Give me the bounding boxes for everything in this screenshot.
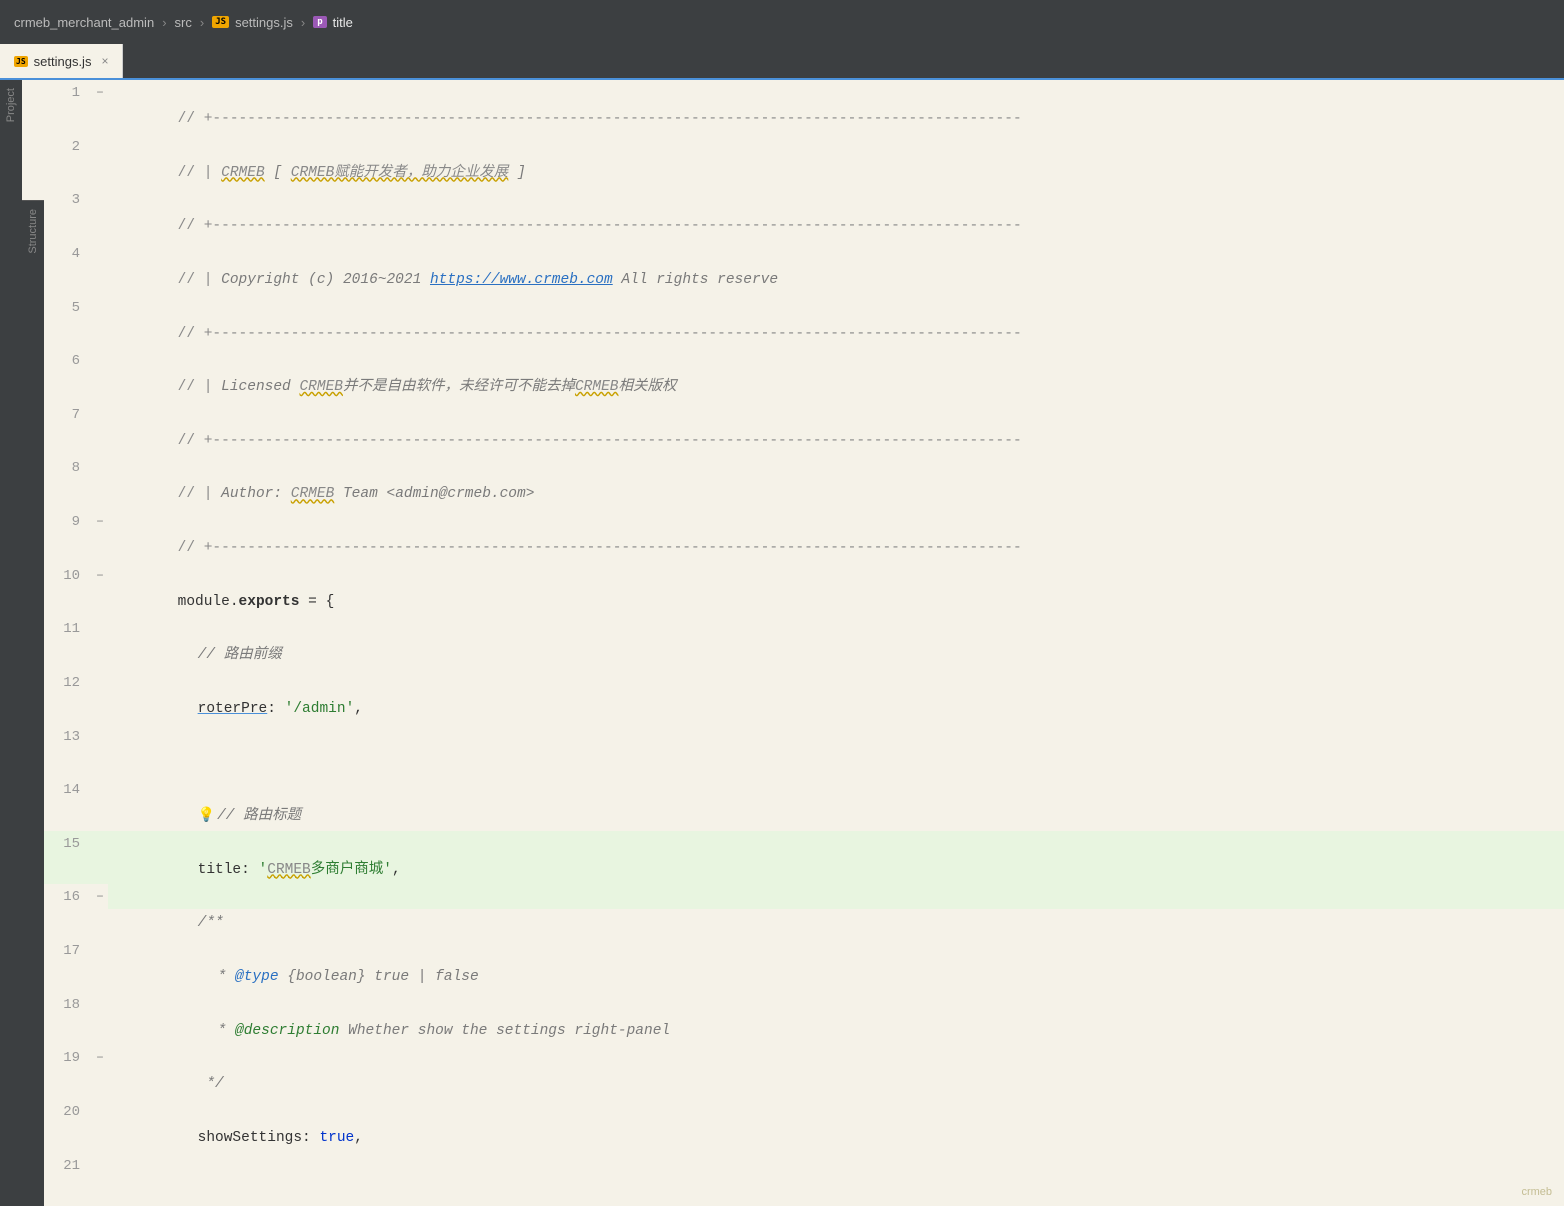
line-num-13: 13 (44, 724, 92, 750)
code-line-17: 17 * @type {boolean} true | false (44, 938, 1564, 992)
code-line-15[interactable]: 15 title: 'CRMEB多商户商城', (44, 831, 1564, 885)
breadcrumb-symbol: title (333, 15, 353, 30)
code-line-3: 3 // +----------------------------------… (44, 187, 1564, 241)
line-content-21 (108, 1153, 186, 1206)
code-line-2: 2 // | CRMEB [ CRMEB赋能开发者，助力企业发展 ] (44, 134, 1564, 188)
code-line-8: 8 // | Author: CRMEB Team <admin@crmeb.c… (44, 455, 1564, 509)
line-num-18: 18 (44, 992, 92, 1018)
fold-10[interactable]: − (92, 563, 108, 589)
fold-9[interactable]: − (92, 509, 108, 535)
code-line-16: 16 − /** (44, 884, 1564, 938)
line-num-21: 21 (44, 1153, 92, 1179)
tab-bar: JS settings.js × (0, 44, 1564, 80)
watermark: crmeb (1521, 1186, 1552, 1198)
project-label[interactable]: Project (5, 80, 17, 130)
line-num-10: 10 (44, 563, 92, 589)
code-line-11: 11 // 路由前缀 (44, 616, 1564, 670)
code-line-14: 14 💡// 路由标题 (44, 777, 1564, 831)
fold-1[interactable]: − (92, 80, 108, 106)
js-file-icon: JS (212, 16, 229, 28)
line-num-20: 20 (44, 1099, 92, 1125)
line-num-3: 3 (44, 187, 92, 213)
line-num-8: 8 (44, 455, 92, 481)
line-num-7: 7 (44, 402, 92, 428)
tab-settings-js[interactable]: JS settings.js × (0, 44, 123, 78)
code-line-21: 21 (44, 1153, 1564, 1206)
code-line-20: 20 showSettings: true, (44, 1099, 1564, 1153)
code-line-10: 10 − module.exports = { (44, 563, 1564, 617)
tab-close-button[interactable]: × (101, 54, 108, 68)
sep3: › (301, 15, 305, 30)
line-num-5: 5 (44, 295, 92, 321)
breadcrumb-file[interactable]: settings.js (235, 15, 293, 30)
tab-js-icon: JS (14, 56, 28, 67)
line-num-1: 1 (44, 80, 92, 106)
code-line-5: 5 // +----------------------------------… (44, 295, 1564, 349)
line-num-17: 17 (44, 938, 92, 964)
code-area[interactable]: 1 − // +--------------------------------… (44, 80, 1564, 1206)
line-num-4: 4 (44, 241, 92, 267)
breadcrumb-folder[interactable]: src (175, 15, 192, 30)
symbol-type-icon: p (313, 16, 326, 28)
line-num-2: 2 (44, 134, 92, 160)
code-line-1: 1 − // +--------------------------------… (44, 80, 1564, 134)
fold-16[interactable]: − (92, 884, 108, 910)
sep1: › (162, 15, 166, 30)
line-num-6: 6 (44, 348, 92, 374)
code-line-6: 6 // | Licensed CRMEB并不是自由软件，未经许可不能去掉CRM… (44, 348, 1564, 402)
line-num-11: 11 (44, 616, 92, 642)
line-num-19: 19 (44, 1045, 92, 1071)
tab-label: settings.js (34, 54, 92, 69)
code-line-19: 19 − */ (44, 1045, 1564, 1099)
line-num-16: 16 (44, 884, 92, 910)
line-num-9: 9 (44, 509, 92, 535)
line-num-15: 15 (44, 831, 92, 857)
project-panel[interactable]: Project (0, 80, 22, 1206)
code-line-12: 12 roterPre: '/admin', (44, 670, 1564, 724)
editor-container: Project Structure 1 − // +--------------… (0, 80, 1564, 1206)
sep2: › (200, 15, 204, 30)
line-num-12: 12 (44, 670, 92, 696)
title-bar: crmeb_merchant_admin › src › JS settings… (0, 0, 1564, 44)
line-num-14: 14 (44, 777, 92, 803)
fold-19[interactable]: − (92, 1045, 108, 1071)
structure-panel[interactable]: Structure (22, 200, 44, 1206)
code-line-7: 7 // +----------------------------------… (44, 402, 1564, 456)
breadcrumb-project[interactable]: crmeb_merchant_admin (14, 15, 154, 30)
code-line-9: 9 − // +--------------------------------… (44, 509, 1564, 563)
code-line-4: 4 // | Copyright (c) 2016~2021 https://w… (44, 241, 1564, 295)
code-line-13: 13 (44, 724, 1564, 778)
code-line-18: 18 * @description Whether show the setti… (44, 992, 1564, 1046)
structure-label[interactable]: Structure (27, 201, 39, 262)
